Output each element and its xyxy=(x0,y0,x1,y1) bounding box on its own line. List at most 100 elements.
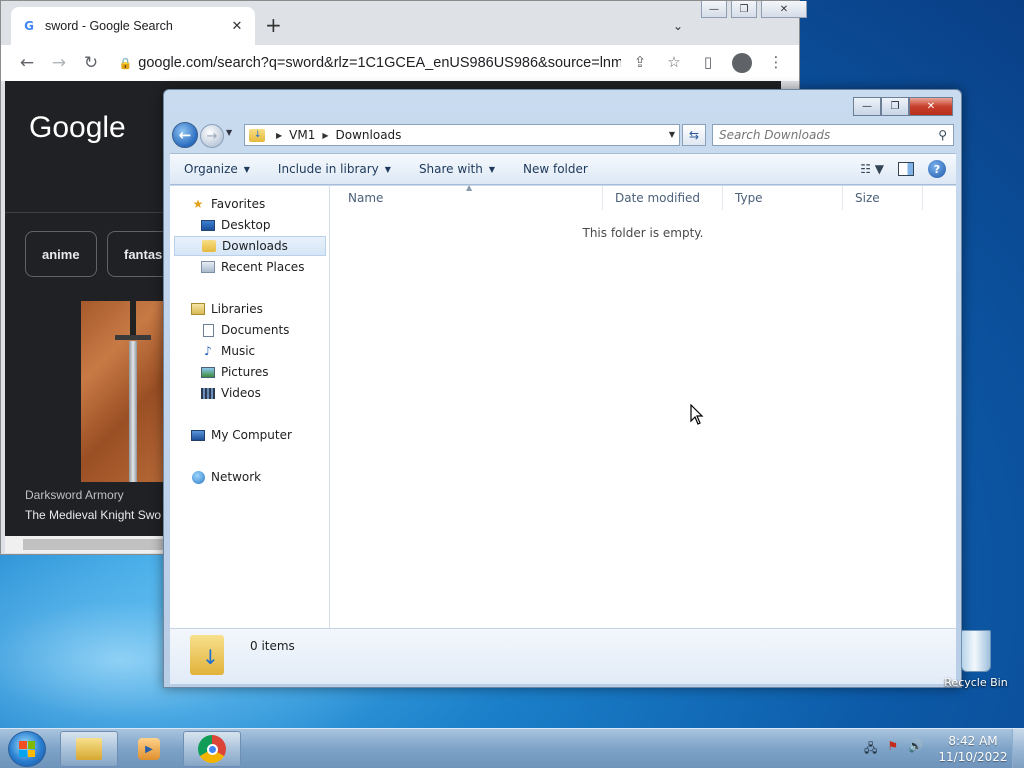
explorer-minimize-button[interactable]: — xyxy=(853,97,881,116)
chrome-menu-icon[interactable]: ⋮ xyxy=(761,53,791,73)
show-desktop-button[interactable] xyxy=(1012,729,1024,768)
system-tray: 🖧 ⚑ 🔊 xyxy=(864,739,923,760)
media-player-icon: ▶ xyxy=(138,738,160,760)
chrome-restore-button[interactable]: ❐ xyxy=(731,1,757,18)
forward-icon[interactable]: → xyxy=(43,53,75,73)
help-icon[interactable]: ? xyxy=(928,160,946,178)
network-tray-icon[interactable]: 🖧 xyxy=(864,739,877,760)
taskbar-media-player-button[interactable]: ▶ xyxy=(120,731,178,767)
nav-videos[interactable]: Videos xyxy=(174,383,326,403)
side-panel-icon[interactable]: ▯ xyxy=(693,53,723,73)
desktop-icon xyxy=(200,218,216,232)
details-pane: ↓ 0 items xyxy=(170,628,956,684)
start-button[interactable] xyxy=(8,731,46,767)
google-logo[interactable]: Google xyxy=(29,111,126,145)
nav-favorites[interactable]: ★ Favorites xyxy=(174,194,326,214)
breadcrumb-vm1[interactable]: VM1 xyxy=(289,128,315,142)
downloads-folder-icon: ↓ xyxy=(249,128,265,142)
nav-recent-places[interactable]: Recent Places xyxy=(174,257,326,277)
documents-icon xyxy=(200,323,216,337)
recycle-bin-icon xyxy=(961,630,991,672)
volume-icon[interactable]: 🔊 xyxy=(908,739,923,760)
profile-avatar-icon[interactable] xyxy=(732,53,752,73)
empty-folder-message: This folder is empty. xyxy=(582,226,704,240)
chrome-tab-title: sword - Google Search xyxy=(45,19,173,33)
forward-button[interactable]: → xyxy=(200,124,224,148)
search-input[interactable] xyxy=(719,128,919,142)
back-icon[interactable]: ← xyxy=(11,53,43,73)
nav-network[interactable]: Network xyxy=(174,467,326,487)
sword-result-image[interactable] xyxy=(81,301,171,482)
scrollbar-thumb[interactable] xyxy=(23,539,183,550)
taskbar: ▶ 🖧 ⚑ 🔊 8:42 AM 11/10/2022 xyxy=(0,728,1024,768)
chrome-tabstrip: G sword - Google Search ✕ + ⌄ — ❐ ✕ xyxy=(1,1,807,45)
column-size[interactable]: Size xyxy=(843,186,923,210)
result-title[interactable]: The Medieval Knight Swo xyxy=(25,508,161,522)
downloads-folder-icon: ↓ xyxy=(190,635,224,675)
nav-music[interactable]: ♪ Music xyxy=(174,341,326,361)
chrome-minimize-button[interactable]: — xyxy=(701,1,727,18)
address-dropdown-icon[interactable]: ▼ xyxy=(669,130,675,139)
recent-pages-chevron-icon[interactable]: ▼ xyxy=(226,128,232,137)
preview-pane-icon[interactable] xyxy=(898,162,914,176)
chrome-tab-sword[interactable]: G sword - Google Search ✕ xyxy=(11,7,255,45)
tab-search-icon[interactable]: ⌄ xyxy=(673,19,683,33)
share-with-button[interactable]: Share with ▼ xyxy=(405,162,509,176)
address-bar[interactable]: ↓ ▶ VM1 ▶ Downloads ▼ xyxy=(244,124,680,146)
recycle-bin[interactable]: Recycle Bin xyxy=(944,630,1008,689)
explorer-close-button[interactable]: ✕ xyxy=(909,97,953,116)
chrome-close-button[interactable]: ✕ xyxy=(761,1,807,18)
include-in-library-button[interactable]: Include in library ▼ xyxy=(264,162,405,176)
explorer-maximize-button[interactable]: ❐ xyxy=(881,97,909,116)
command-bar-right: ☷ ▼ ? xyxy=(860,160,946,178)
nav-my-computer[interactable]: My Computer xyxy=(174,425,326,445)
change-view-icon[interactable]: ☷ ▼ xyxy=(860,162,884,176)
film-strip-icon xyxy=(200,386,216,400)
share-icon[interactable]: ⇪ xyxy=(625,53,655,73)
omnibox[interactable]: 🔒 google.com/search?q=sword&rlz=1C1GCEA_… xyxy=(113,48,621,78)
back-button[interactable]: ← xyxy=(172,122,198,148)
file-list-pane[interactable]: ▲ Name Date modified Type Size This fold… xyxy=(330,183,956,628)
item-count: 0 items xyxy=(250,639,295,653)
command-bar: Organize ▼ Include in library ▼ Share with… xyxy=(170,153,956,185)
result-source[interactable]: Darksword Armory xyxy=(25,488,124,502)
reload-icon[interactable]: ↻ xyxy=(75,53,107,73)
new-tab-button[interactable]: + xyxy=(265,15,282,35)
explorer-nav-bar: ← → ▼ ↓ ▶ VM1 ▶ Downloads ▼ ⇆ ⚲ xyxy=(172,122,954,148)
lock-icon[interactable]: 🔒 xyxy=(113,57,138,70)
search-icon[interactable]: ⚲ xyxy=(938,128,947,142)
taskbar-explorer-button[interactable] xyxy=(60,731,118,767)
star-icon: ★ xyxy=(192,197,204,211)
chevron-down-icon: ▼ xyxy=(384,164,391,174)
windows-logo-icon xyxy=(19,741,35,757)
google-favicon-icon: G xyxy=(24,19,34,33)
system-clock[interactable]: 8:42 AM 11/10/2022 xyxy=(938,733,1008,765)
organize-button[interactable]: Organize ▼ xyxy=(170,162,264,176)
chevron-down-icon: ▼ xyxy=(488,164,495,174)
nav-libraries[interactable]: Libraries xyxy=(174,299,326,319)
bookmark-star-icon[interactable]: ☆ xyxy=(659,53,689,73)
chrome-icon xyxy=(198,735,226,763)
clock-time: 8:42 AM xyxy=(948,734,998,748)
explorer-window-controls: — ❐ ✕ xyxy=(853,97,953,116)
tab-close-icon[interactable]: ✕ xyxy=(229,19,245,34)
search-box[interactable]: ⚲ xyxy=(712,124,954,146)
nav-desktop[interactable]: Desktop xyxy=(174,215,326,235)
nav-downloads[interactable]: Downloads xyxy=(174,236,326,256)
filter-chip-anime[interactable]: anime xyxy=(25,231,97,277)
column-type[interactable]: Type xyxy=(723,186,843,210)
breadcrumb-downloads[interactable]: Downloads xyxy=(336,128,402,142)
new-folder-button[interactable]: New folder xyxy=(509,162,602,176)
recycle-bin-label: Recycle Bin xyxy=(944,676,1008,689)
refresh-button[interactable]: ⇆ xyxy=(682,124,706,146)
column-date-modified[interactable]: Date modified xyxy=(603,186,723,210)
mouse-cursor-icon xyxy=(690,404,704,425)
nav-pictures[interactable]: Pictures xyxy=(174,362,326,382)
downloads-folder-icon xyxy=(201,239,217,253)
taskbar-chrome-button[interactable] xyxy=(183,731,241,767)
breadcrumb-arrow-icon[interactable]: ▶ xyxy=(276,131,282,140)
nav-documents[interactable]: Documents xyxy=(174,320,326,340)
action-center-flag-icon[interactable]: ⚑ xyxy=(887,739,898,760)
column-name[interactable]: Name xyxy=(336,186,603,210)
breadcrumb-arrow-icon[interactable]: ▶ xyxy=(322,131,328,140)
